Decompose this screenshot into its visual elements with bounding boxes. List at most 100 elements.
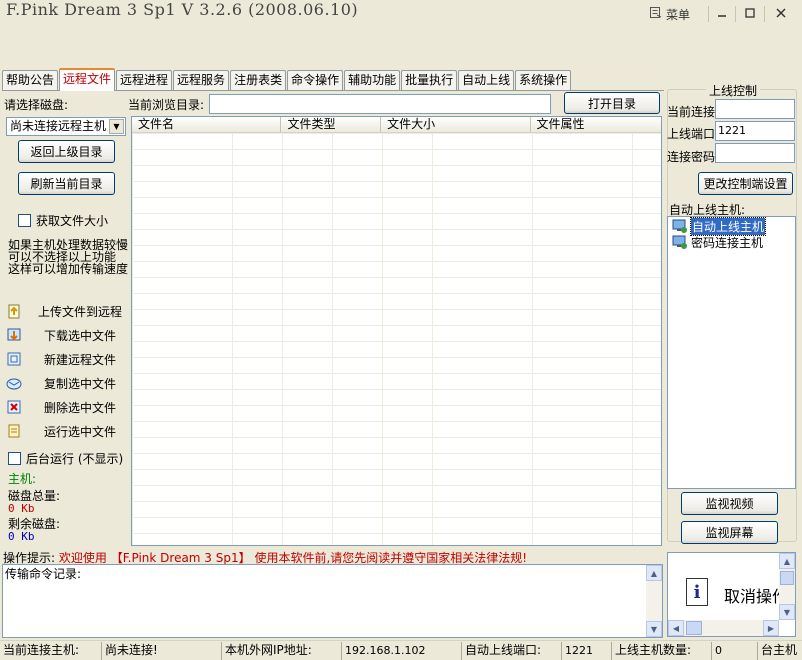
refresh-dir-button[interactable]: 刷新当前目录 (18, 172, 115, 195)
hidden-run-option[interactable]: 后台运行 (不显示) (8, 450, 123, 467)
tree-item-label: 密码连接主机 (691, 235, 764, 250)
change-settings-button[interactable]: 更改控制端设置 (698, 172, 793, 195)
column-header-type[interactable]: 文件类型 (281, 117, 382, 132)
tab-10[interactable]: 系统操作 (515, 70, 572, 91)
file-list[interactable]: 文件名 文件类型 文件大小 文件属性 (131, 116, 662, 546)
tree-item-label: 自动上线主机 (689, 216, 767, 236)
notice-vscrollbar[interactable]: ▲ ▼ (779, 553, 795, 620)
scroll-thumb[interactable] (686, 621, 702, 635)
column-divider (282, 133, 283, 545)
scroll-down-icon[interactable]: ▼ (779, 604, 795, 620)
scroll-up-icon[interactable]: ▲ (779, 553, 795, 569)
run-label: 运行选中文件 (44, 424, 117, 439)
upload-icon (6, 303, 22, 319)
status-ip-label: 本机外网IP地址: (221, 642, 341, 660)
status-count-label: 上线主机数量: (611, 642, 711, 660)
window-title: F.Pink Dream 3 Sp1 V 3.2.6 (2008.06.10) (6, 0, 359, 19)
tab-7[interactable]: 辅助功能 (344, 70, 401, 91)
disk-total-value: 0 Kb (8, 502, 35, 515)
title-separator (764, 6, 765, 22)
notice-hscrollbar[interactable]: ◀ ▶ (668, 620, 779, 636)
tab-6[interactable]: 命令操作 (287, 70, 344, 91)
current-conn-label: 当前连接 (667, 105, 716, 119)
minimize-icon (718, 15, 726, 17)
get-size-option[interactable]: 获取文件大小 (18, 212, 108, 229)
maximize-button[interactable] (739, 3, 761, 23)
transfer-log[interactable]: 传输命令记录: ▲ ▼ (2, 564, 663, 638)
status-port-value: 1221 (561, 642, 611, 660)
download-action[interactable]: 下载选中文件 (6, 324, 116, 346)
log-scrollbar[interactable]: ▲ ▼ (646, 565, 662, 637)
network-icon (672, 219, 687, 233)
file-list-body (132, 133, 661, 545)
copy-label: 复制选中文件 (44, 376, 117, 391)
chevron-down-icon: ▼ (109, 119, 124, 134)
scroll-thumb[interactable] (780, 571, 794, 585)
hidden-run-checkbox[interactable] (8, 452, 21, 465)
column-header-attr[interactable]: 文件属性 (531, 117, 662, 132)
file-list-header: 文件名 文件类型 文件大小 文件属性 (132, 117, 661, 133)
delete-icon (6, 399, 22, 415)
port-field[interactable]: 1221 (715, 121, 795, 141)
get-size-label: 获取文件大小 (36, 214, 109, 228)
upload-label: 上传文件到远程 (38, 304, 123, 319)
disk-select[interactable]: 尚未连接远程主机 ▼ (6, 117, 126, 136)
upload-action[interactable]: 上传文件到远程 (6, 300, 122, 322)
parent-dir-button[interactable]: 返回上级目录 (18, 140, 115, 163)
password-label: 连接密码 (667, 150, 716, 164)
tab-1[interactable]: 帮助公告 (2, 70, 59, 91)
new-file-action[interactable]: 新建远程文件 (6, 348, 116, 370)
download-label: 下载选中文件 (44, 328, 117, 343)
prompt-label: 操作提示: (3, 551, 56, 565)
scroll-down-icon[interactable]: ▼ (646, 621, 662, 637)
current-conn-field[interactable] (715, 99, 795, 119)
port-label: 上线端口 (667, 127, 716, 141)
title-separator (708, 6, 709, 22)
scroll-right-icon[interactable]: ▶ (763, 620, 779, 636)
list-icon (650, 7, 662, 21)
info-icon: i (686, 578, 708, 606)
delete-label: 删除选中文件 (44, 400, 117, 415)
run-action[interactable]: 运行选中文件 (6, 420, 116, 442)
network-icon (672, 235, 687, 249)
group-title: 上线控制 (706, 82, 761, 99)
close-button[interactable] (770, 3, 792, 23)
run-icon (6, 423, 22, 439)
scroll-up-icon[interactable]: ▲ (646, 565, 662, 581)
disk-free-value: 0 Kb (8, 530, 35, 543)
tree-item-password[interactable]: 密码连接主机 (672, 234, 763, 250)
monitor-video-button[interactable]: 监视视频 (681, 492, 778, 515)
delete-action[interactable]: 删除选中文件 (6, 396, 116, 418)
status-bar: 当前连接主机: 尚未连接! 本机外网IP地址: 192.168.1.102 自动… (0, 640, 802, 660)
scroll-left-icon[interactable]: ◀ (668, 620, 684, 636)
open-dir-button[interactable]: 打开目录 (564, 92, 660, 114)
tree-item-auto[interactable]: 自动上线主机 (672, 216, 767, 236)
tab-9[interactable]: 自动上线 (458, 70, 515, 91)
tab-5[interactable]: 注册表类 (230, 70, 287, 91)
tab-2[interactable]: 远程文件 (59, 68, 116, 91)
status-port-label: 自动上线端口: (461, 642, 561, 660)
close-icon (776, 8, 786, 18)
menu-button[interactable]: 菜单 (650, 4, 702, 24)
new-file-icon (6, 351, 22, 367)
tab-3[interactable]: 远程进程 (116, 70, 173, 91)
menu-label: 菜单 (666, 7, 691, 22)
tab-8[interactable]: 批量执行 (401, 70, 458, 91)
monitor-screen-button[interactable]: 监视屏幕 (681, 521, 778, 544)
log-record-label: 传输命令记录: (5, 567, 82, 581)
copy-action[interactable]: 复制选中文件 (6, 372, 116, 394)
notice-box: i 取消操作 ▲ ▼ ◀ ▶ (667, 552, 796, 637)
get-size-checkbox[interactable] (18, 214, 31, 227)
tab-4[interactable]: 远程服务 (173, 70, 230, 91)
minimize-button[interactable] (711, 3, 733, 23)
status-host-value: 尚未连接! (101, 642, 221, 660)
prompt-text: 欢迎使用 【F.Pink Dream 3 Sp1】 使用本软件前,请您先阅读并遵… (58, 551, 528, 565)
column-header-name[interactable]: 文件名 (132, 117, 282, 132)
tab-bar: 帮助公告 远程文件 远程进程 远程服务 注册表类 命令操作 辅助功能 批量执行 自动上线 系统操作 (2, 68, 572, 91)
column-header-size[interactable]: 文件大小 (381, 117, 531, 132)
status-host-label: 当前连接主机: (3, 643, 80, 657)
password-field[interactable] (715, 143, 795, 163)
browse-path-input[interactable] (209, 94, 551, 114)
host-tree[interactable]: 自动上线主机 密码连接主机 (667, 216, 796, 489)
column-divider (532, 133, 533, 545)
